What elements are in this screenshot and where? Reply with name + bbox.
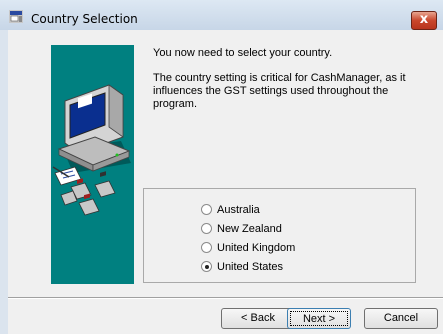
radio-label: New Zealand (217, 222, 282, 235)
radio-button[interactable] (201, 242, 212, 253)
back-button[interactable]: < Back (221, 308, 295, 329)
radio-option-united-states[interactable]: United States (201, 259, 283, 274)
radio-label: United States (217, 260, 284, 273)
radio-option-new-zealand[interactable]: New Zealand (201, 221, 282, 236)
instruction-text: You now need to select your country. (153, 47, 333, 59)
computer-with-disks-icon (51, 45, 134, 284)
radio-button-selected[interactable] (201, 261, 212, 272)
radio-option-united-kingdom[interactable]: United Kingdom (201, 240, 295, 255)
setup-app-icon (9, 10, 23, 23)
next-button[interactable]: Next > (287, 308, 351, 329)
country-group: Australia New Zealand United Kingdom Uni… (143, 188, 416, 283)
radio-button[interactable] (201, 204, 212, 215)
next-button-label: Next > (290, 311, 348, 326)
radio-label: Australia (217, 203, 260, 216)
close-icon: x (419, 12, 429, 27)
cancel-button[interactable]: Cancel (364, 308, 438, 329)
radio-option-australia[interactable]: Australia (201, 202, 260, 217)
window-title: Country Selection (31, 12, 138, 26)
radio-button[interactable] (201, 223, 212, 234)
title-bar[interactable]: Country Selection x (0, 0, 443, 30)
close-button[interactable]: x (411, 11, 437, 30)
button-separator (8, 297, 443, 299)
radio-label: United Kingdom (217, 241, 296, 254)
wizard-window: Country Selection x You now need to sele… (0, 0, 443, 334)
description-text: The country setting is critical for Cash… (153, 72, 406, 110)
